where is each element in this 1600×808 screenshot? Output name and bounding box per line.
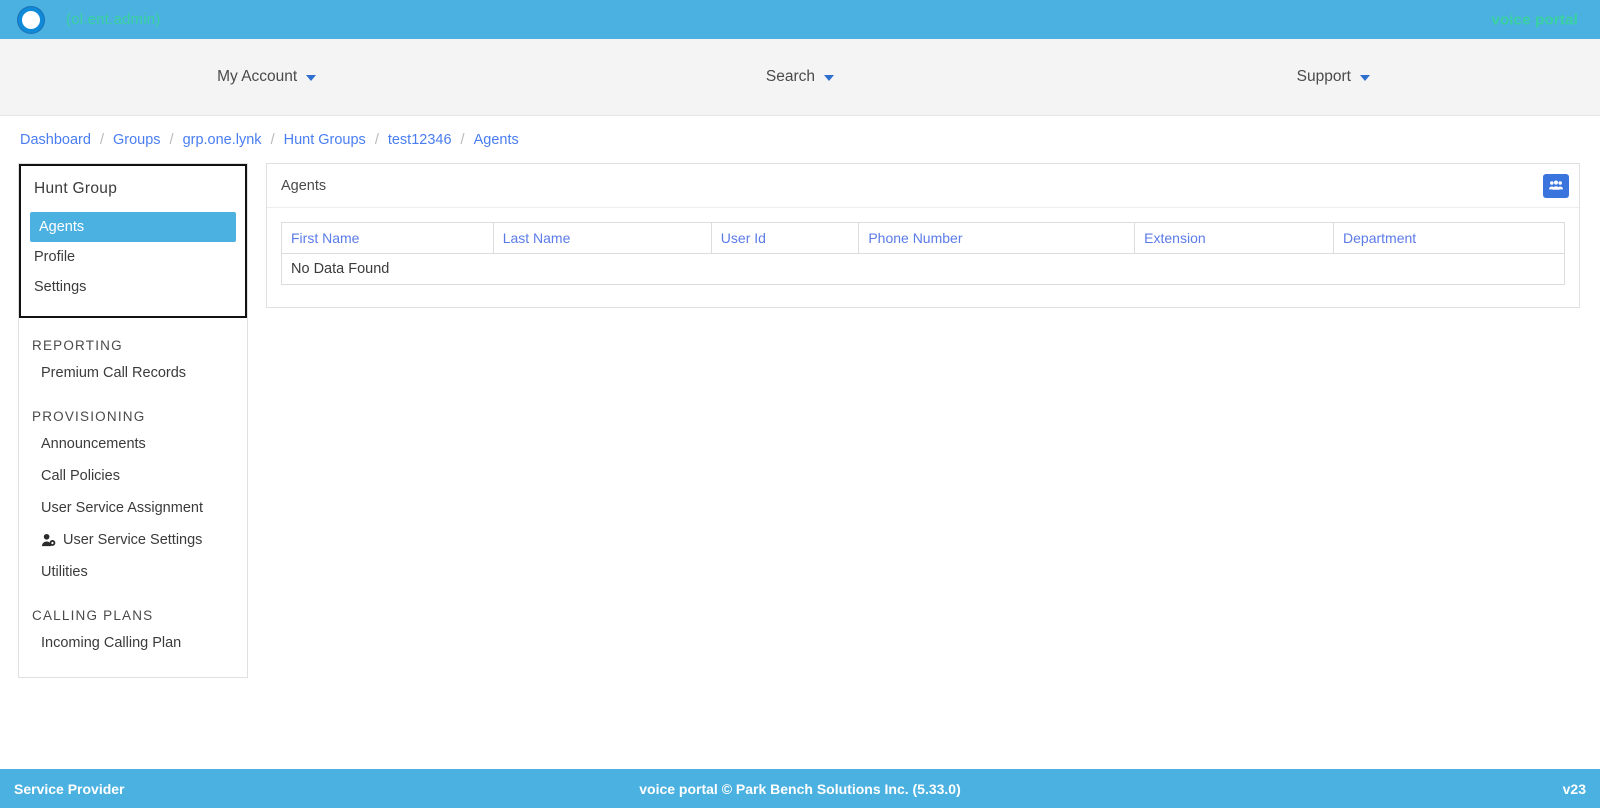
- agents-table-wrap: First Name Last Name User Id Phone Numbe…: [267, 208, 1579, 303]
- breadcrumb: Dashboard / Groups / grp.one.lynk / Hunt…: [0, 116, 1600, 163]
- agents-table-body: No Data Found: [281, 253, 1565, 285]
- column-header-department[interactable]: Department: [1333, 222, 1565, 254]
- nav-item-my-account-label: My Account: [217, 68, 298, 85]
- sidebar-item-settings[interactable]: Settings: [21, 272, 245, 302]
- sidebar-item-label: Announcements: [41, 436, 146, 452]
- sidebar-item-announcements[interactable]: Announcements: [19, 428, 247, 460]
- breadcrumb-separator: /: [99, 131, 104, 148]
- sidebar-item-label: Call Policies: [41, 468, 120, 484]
- sidebar: Hunt Group Agents Profile Settings REPOR…: [18, 163, 248, 678]
- table-empty-row: No Data Found: [281, 253, 1565, 285]
- breadcrumb-item-hunt-groups[interactable]: Hunt Groups: [284, 132, 366, 148]
- panel-header: Agents: [267, 164, 1579, 208]
- agents-table-head: First Name Last Name User Id Phone Numbe…: [281, 222, 1565, 254]
- no-data-message: No Data Found: [281, 253, 1565, 285]
- agents-table: First Name Last Name User Id Phone Numbe…: [281, 222, 1565, 285]
- sidebar-group-title: Hunt Group: [34, 180, 118, 197]
- breadcrumb-item-grp-one-lynk[interactable]: grp.one.lynk: [183, 132, 262, 148]
- agents-panel: Agents First Name Last Name User Id Phon…: [266, 163, 1580, 308]
- people-group-icon: [1549, 180, 1563, 190]
- main-navigation: My Account Search Support: [0, 39, 1600, 116]
- sidebar-item-call-policies[interactable]: Call Policies: [19, 460, 247, 492]
- sidebar-item-label: Premium Call Records: [41, 365, 187, 381]
- sidebar-section-provisioning: PROVISIONING: [32, 409, 146, 424]
- chevron-down-icon: [1359, 75, 1370, 81]
- circle-logo-icon: [18, 6, 44, 33]
- sidebar-hunt-group-box: Hunt Group Agents Profile Settings: [19, 164, 247, 318]
- sidebar-item-incoming-calling-plan[interactable]: Incoming Calling Plan: [19, 627, 247, 659]
- column-header-first-name[interactable]: First Name: [281, 222, 494, 254]
- sidebar-item-agents[interactable]: Agents: [30, 212, 236, 242]
- column-header-user-id[interactable]: User Id: [710, 222, 860, 254]
- sidebar-item-label: User Service Assignment: [41, 500, 203, 516]
- column-header-last-name[interactable]: Last Name: [492, 222, 712, 254]
- breadcrumb-item-agents[interactable]: Agents: [474, 132, 519, 148]
- sidebar-item-label: Incoming Calling Plan: [41, 635, 182, 651]
- nav-slot-search: Search: [533, 68, 1066, 86]
- nav-item-support[interactable]: Support: [1297, 68, 1370, 86]
- column-header-extension[interactable]: Extension: [1134, 222, 1335, 254]
- chevron-down-icon: [306, 75, 317, 81]
- nav-slot-my-account: My Account: [0, 68, 533, 86]
- breadcrumb-item-dashboard[interactable]: Dashboard: [20, 132, 91, 148]
- footer-version: v23: [1562, 780, 1586, 797]
- nav-item-search[interactable]: Search: [765, 68, 835, 86]
- column-header-phone-number[interactable]: Phone Number: [858, 222, 1136, 254]
- page-body: Hunt Group Agents Profile Settings REPOR…: [0, 163, 1600, 763]
- assign-agents-button[interactable]: [1543, 173, 1569, 198]
- sidebar-item-label: Utilities: [41, 564, 88, 580]
- table-header-row: First Name Last Name User Id Phone Numbe…: [281, 222, 1565, 254]
- breadcrumb-item-test12346[interactable]: test12346: [388, 132, 452, 148]
- chevron-down-icon: [824, 75, 835, 81]
- sidebar-section-reporting: REPORTING: [32, 338, 123, 353]
- top-brand-bar: (ol.ent.admin) voice portal: [0, 0, 1600, 39]
- sidebar-section-calling-plans: CALLING PLANS: [32, 608, 154, 623]
- breadcrumb-separator: /: [169, 131, 174, 148]
- breadcrumb-separator: /: [460, 131, 465, 148]
- nav-item-search-label: Search: [765, 68, 816, 85]
- sidebar-item-user-service-settings[interactable]: User Service Settings: [19, 524, 247, 556]
- sidebar-item-user-service-assignment[interactable]: User Service Assignment: [19, 492, 247, 524]
- nav-item-support-label: Support: [1296, 68, 1351, 85]
- sidebar-item-premium-call-records[interactable]: Premium Call Records: [19, 357, 247, 389]
- footer-bar: Service Provider voice portal © Park Ben…: [0, 769, 1600, 808]
- sidebar-item-profile[interactable]: Profile: [21, 242, 245, 272]
- sidebar-item-utilities[interactable]: Utilities: [19, 556, 247, 588]
- breadcrumb-item-groups[interactable]: Groups: [113, 132, 161, 148]
- footer-copyright: voice portal © Park Bench Solutions Inc.…: [639, 780, 961, 797]
- app-brand-name: voice portal: [1491, 11, 1578, 28]
- sidebar-item-label: User Service Settings: [63, 532, 203, 548]
- footer-service-provider-label: Service Provider: [14, 780, 125, 797]
- nav-slot-support: Support: [1067, 68, 1600, 86]
- account-username: (ol.ent.admin): [66, 11, 161, 28]
- page-title: Agents: [281, 177, 327, 194]
- breadcrumb-separator: /: [374, 131, 379, 148]
- user-gear-icon: [41, 533, 56, 546]
- breadcrumb-separator: /: [270, 131, 275, 148]
- nav-item-my-account[interactable]: My Account: [217, 68, 317, 86]
